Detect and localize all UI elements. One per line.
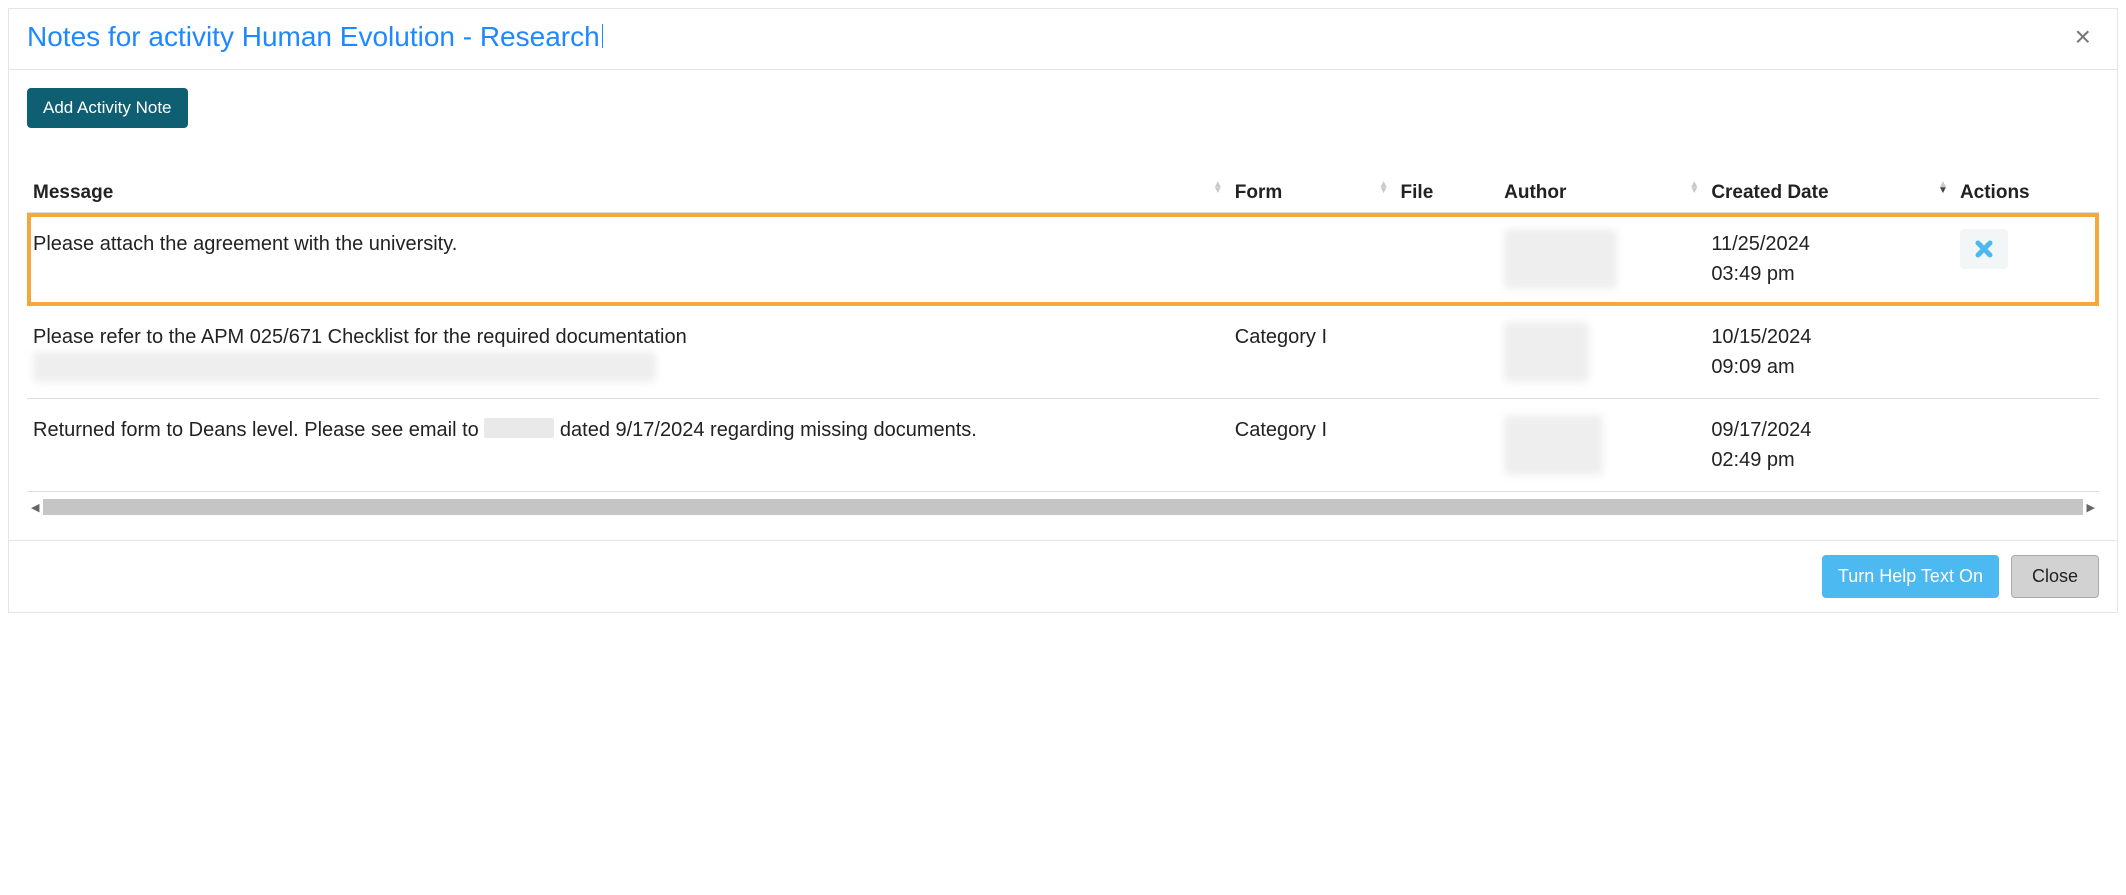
dialog-header: Notes for activity Human Evolution - Res… <box>9 9 2117 70</box>
col-author-label: Author <box>1504 182 1566 203</box>
cell-form: Category I <box>1229 399 1395 492</box>
table-row: Please attach the agreement with the uni… <box>27 213 2099 306</box>
created-time: 09:09 am <box>1711 356 1794 378</box>
turn-help-text-on-button[interactable]: Turn Help Text On <box>1822 555 1999 598</box>
table-header-row: Message ▲▼ Form ▲▼ File Author ▲▼ <box>27 174 2099 213</box>
cell-author: ███████████ <box>1498 399 1705 492</box>
created-time: 02:49 pm <box>1711 449 1794 471</box>
cell-author: █████████████ <box>1498 213 1705 306</box>
message-redacted: ████████████████████████████████████████… <box>33 352 656 382</box>
col-form[interactable]: Form ▲▼ <box>1229 174 1395 213</box>
close-icon[interactable]: × <box>2067 19 2099 55</box>
cell-file <box>1395 306 1499 399</box>
col-actions: Actions <box>1954 174 2099 213</box>
horizontal-scrollbar[interactable]: ◀ ▶ <box>27 498 2099 516</box>
col-form-label: Form <box>1235 182 1283 203</box>
cell-author: ███████████ <box>1498 306 1705 399</box>
table-row: Please refer to the APM 025/671 Checklis… <box>27 306 2099 399</box>
cell-created-date: 10/15/2024 09:09 am <box>1705 306 1954 399</box>
sort-icon[interactable]: ▲▼ <box>1213 182 1223 194</box>
created-date: 10/15/2024 <box>1711 326 1811 348</box>
col-author[interactable]: Author ▲▼ <box>1498 174 1705 213</box>
cell-file <box>1395 213 1499 306</box>
cell-form <box>1229 213 1395 306</box>
author-redacted: █████████████ <box>1504 229 1617 289</box>
col-message-label: Message <box>33 182 113 203</box>
cell-created-date: 11/25/2024 03:49 pm <box>1705 213 1954 306</box>
cell-created-date: 09/17/2024 02:49 pm <box>1705 399 1954 492</box>
scroll-right-icon[interactable]: ▶ <box>2083 501 2099 514</box>
cell-actions <box>1954 213 2099 306</box>
sort-icon[interactable]: ▲▼ <box>1938 182 1948 194</box>
col-file-label: File <box>1401 182 1434 203</box>
cell-message: Returned form to Deans level. Please see… <box>27 399 1229 492</box>
col-created-date[interactable]: Created Date ▲▼ <box>1705 174 1954 213</box>
created-time: 03:49 pm <box>1711 263 1794 285</box>
dialog-title: Notes for activity Human Evolution - Res… <box>27 21 603 53</box>
add-activity-note-button[interactable]: Add Activity Note <box>27 88 188 128</box>
col-message[interactable]: Message ▲▼ <box>27 174 1229 213</box>
scroll-left-icon[interactable]: ◀ <box>27 501 43 514</box>
author-redacted: ███████████ <box>1504 322 1589 382</box>
message-text: Please refer to the APM 025/671 Checklis… <box>33 326 687 348</box>
cell-form: Category I <box>1229 306 1395 399</box>
message-text: Please attach the agreement with the uni… <box>33 233 457 255</box>
col-created-label: Created Date <box>1711 182 1828 203</box>
message-text: Returned form to Deans level. Please see… <box>33 419 484 441</box>
notes-dialog: Notes for activity Human Evolution - Res… <box>8 8 2118 613</box>
col-file[interactable]: File <box>1395 174 1499 213</box>
cell-actions <box>1954 399 2099 492</box>
notes-table: Message ▲▼ Form ▲▼ File Author ▲▼ <box>27 174 2099 492</box>
message-text: dated 9/17/2024 regarding missing docume… <box>554 419 977 441</box>
created-date: 11/25/2024 <box>1711 233 1810 255</box>
cell-message: Please refer to the APM 025/671 Checklis… <box>27 306 1229 399</box>
delete-note-button[interactable] <box>1960 229 2008 269</box>
scrollbar-track[interactable] <box>43 499 2082 515</box>
cell-file <box>1395 399 1499 492</box>
dialog-footer: Turn Help Text On Close <box>9 540 2117 612</box>
col-actions-label: Actions <box>1960 182 2030 203</box>
sort-icon[interactable]: ▲▼ <box>1379 182 1389 194</box>
author-redacted: ███████████ <box>1504 415 1603 475</box>
dialog-body: Add Activity Note Message ▲▼ Form ▲▼ <box>9 70 2117 492</box>
x-icon <box>1972 237 1996 261</box>
table-row: Returned form to Deans level. Please see… <box>27 399 2099 492</box>
inline-redacted <box>484 418 554 438</box>
close-button[interactable]: Close <box>2011 555 2099 598</box>
sort-icon[interactable]: ▲▼ <box>1689 182 1699 194</box>
cell-message: Please attach the agreement with the uni… <box>27 213 1229 306</box>
created-date: 09/17/2024 <box>1711 419 1811 441</box>
cell-actions <box>1954 306 2099 399</box>
